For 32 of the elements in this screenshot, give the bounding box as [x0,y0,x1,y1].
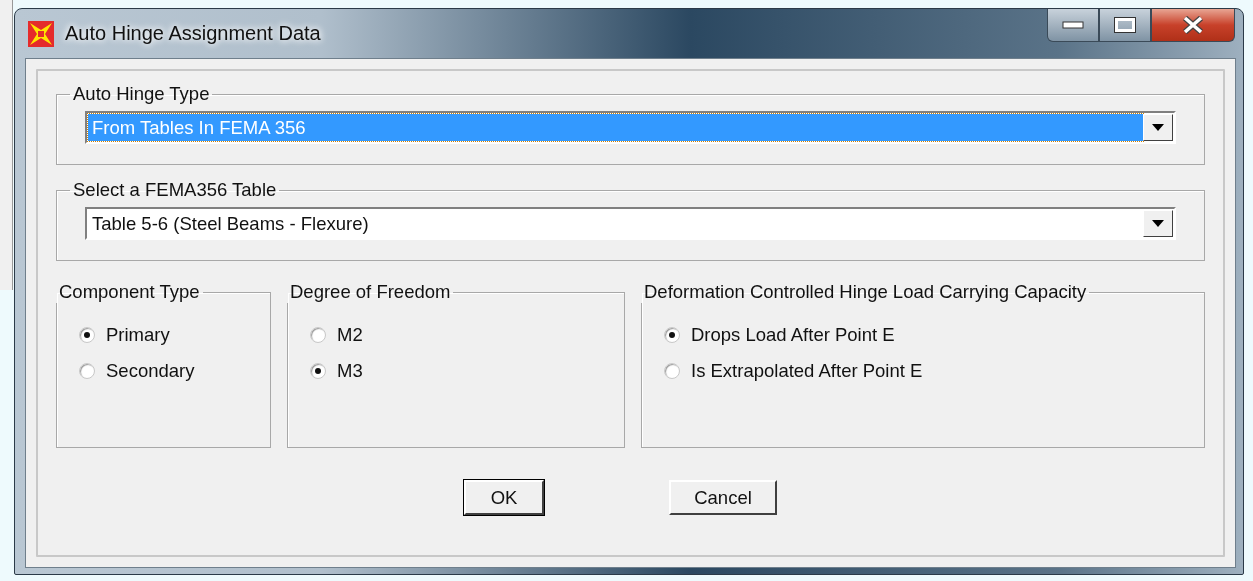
minimize-icon [1062,21,1084,29]
close-icon [1182,16,1204,34]
radio-label[interactable]: Primary [106,324,170,346]
dropdown-arrow-button[interactable] [1143,114,1173,141]
radio-label[interactable]: Secondary [106,360,195,382]
radio-button[interactable] [79,327,95,343]
caret-icon [1152,124,1164,131]
window-title: Auto Hinge Assignment Data [65,22,321,45]
app-icon [27,19,55,48]
dropdown-arrow-button[interactable] [1143,210,1173,237]
minimize-button[interactable] [1047,9,1099,42]
caret-icon [1152,220,1164,227]
radio-label[interactable]: M3 [337,360,363,382]
radio-button[interactable] [79,363,95,379]
maximize-button[interactable] [1099,9,1151,42]
group-label: Component Type [58,281,201,303]
radio-label[interactable]: Is Extrapolated After Point E [691,360,923,382]
radio-button[interactable] [664,327,680,343]
radio-label[interactable]: Drops Load After Point E [691,324,895,346]
radio-button[interactable] [310,363,326,379]
group-label: Auto Hinge Type [72,83,211,105]
cancel-button[interactable]: Cancel [669,480,777,515]
radio-button[interactable] [664,363,680,379]
maximize-icon [1114,17,1136,33]
dropdown[interactable]: Table 5-6 (Steel Beams - Flexure) [85,207,1176,240]
radio-label[interactable]: M2 [337,324,363,346]
group-label: Degree of Freedom [289,281,452,303]
group-label: Select a FEMA356 Table [72,179,278,201]
ok-button[interactable]: OK [464,480,544,515]
radio-button[interactable] [310,327,326,343]
group-label: Deformation Controlled Hinge Load Carrying Capacity [643,281,1088,303]
close-button[interactable] [1151,9,1235,42]
